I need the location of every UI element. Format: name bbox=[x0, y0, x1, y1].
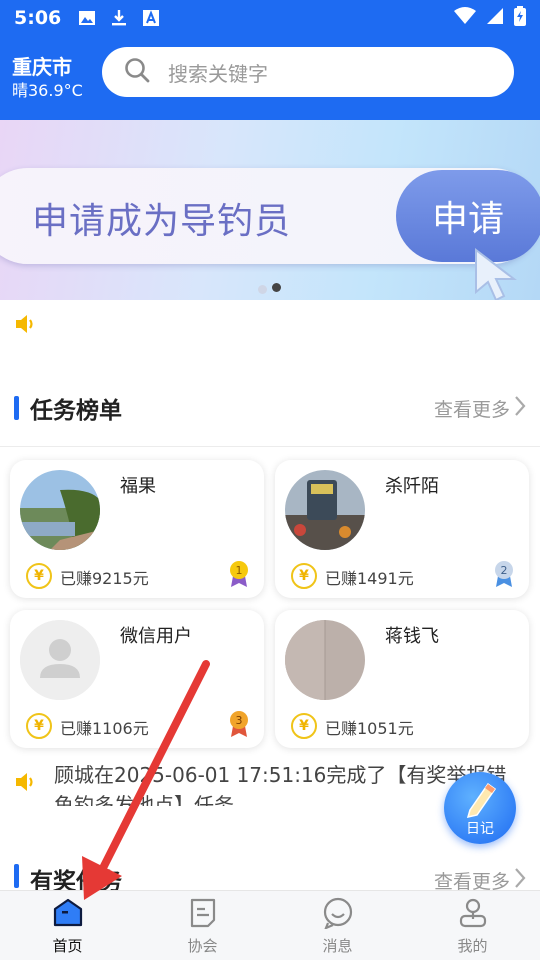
section-accent-bar bbox=[14, 864, 19, 888]
earned-amount: 已赚1051元 bbox=[325, 719, 414, 738]
rewards-section-header: 有奖任务 查看更多 bbox=[0, 842, 540, 890]
yuan-coin-icon: ¥ bbox=[26, 713, 52, 739]
status-bar: 5:06 bbox=[0, 0, 540, 36]
gold-medal-icon: 1 bbox=[228, 560, 250, 592]
apply-button[interactable]: 申请 bbox=[396, 170, 540, 262]
battery-icon bbox=[514, 6, 526, 30]
section-accent-bar bbox=[14, 396, 19, 420]
avatar bbox=[20, 470, 100, 550]
cursor-icon bbox=[474, 247, 518, 300]
search-input[interactable]: 搜索关键字 bbox=[102, 47, 514, 97]
promo-banner[interactable]: 申请成为导钓员 申请 bbox=[0, 120, 540, 300]
divider bbox=[0, 446, 540, 447]
carousel-dot-active[interactable] bbox=[272, 283, 281, 292]
bronze-medal-icon: 3 bbox=[228, 710, 250, 742]
search-icon bbox=[124, 57, 150, 87]
speaker-icon bbox=[14, 770, 38, 798]
city-name: 重庆市 bbox=[12, 55, 72, 79]
avatar bbox=[285, 620, 365, 700]
tab-profile[interactable]: 我的 bbox=[405, 891, 540, 960]
wifi-icon bbox=[454, 7, 476, 29]
chevron-right-icon bbox=[514, 867, 526, 891]
silver-medal-icon: 2 bbox=[493, 560, 515, 592]
carousel-dot[interactable] bbox=[258, 285, 267, 294]
medal-rank: 3 bbox=[236, 714, 243, 727]
search-placeholder: 搜索关键字 bbox=[168, 61, 268, 86]
earned-amount: 已赚1491元 bbox=[325, 569, 414, 588]
chevron-right-icon bbox=[514, 395, 526, 422]
medal-rank: 2 bbox=[501, 564, 508, 577]
app-screen: 5:06 重庆市 晴36.9°C 搜索关键字 申请成为导钓员 申请 任务榜单 查… bbox=[0, 0, 540, 960]
section-title: 任务榜单 bbox=[30, 398, 122, 424]
top-header: 重庆市 晴36.9°C 搜索关键字 bbox=[0, 36, 540, 120]
diary-label: 日记 bbox=[466, 821, 494, 837]
pencil-icon bbox=[464, 780, 498, 822]
download-icon bbox=[109, 8, 129, 28]
user-icon bbox=[457, 897, 489, 933]
ranking-card[interactable]: 微信用户 ¥ 已赚1106元 3 bbox=[10, 610, 264, 748]
user-name: 微信用户 bbox=[120, 626, 192, 647]
yuan-coin-icon: ¥ bbox=[291, 713, 317, 739]
tab-home[interactable]: 首页 bbox=[0, 891, 135, 960]
earned-amount: 已赚9215元 bbox=[60, 569, 149, 588]
earned-amount: 已赚1106元 bbox=[60, 719, 149, 738]
speaker-icon bbox=[14, 312, 38, 340]
user-name: 福果 bbox=[120, 476, 156, 497]
view-more-label: 查看更多 bbox=[433, 870, 510, 891]
status-time: 5:06 bbox=[14, 7, 62, 29]
home-icon bbox=[52, 897, 84, 933]
avatar bbox=[285, 470, 365, 550]
document-icon bbox=[187, 897, 219, 933]
user-name: 杀阡陌 bbox=[385, 476, 439, 497]
view-more-label: 查看更多 bbox=[433, 398, 510, 421]
ranking-card[interactable]: 福果 ¥ 已赚9215元 1 bbox=[10, 460, 264, 598]
bottom-nav: 首页 协会 消息 我的 bbox=[0, 890, 540, 960]
view-more-link[interactable]: 查看更多 bbox=[434, 395, 526, 422]
tab-label: 消息 bbox=[322, 937, 353, 955]
tab-label: 协会 bbox=[187, 937, 218, 955]
tab-association[interactable]: 协会 bbox=[135, 891, 270, 960]
gallery-icon bbox=[77, 8, 97, 28]
section-title: 有奖任务 bbox=[30, 869, 122, 890]
tab-label: 我的 bbox=[457, 937, 488, 955]
ranking-card[interactable]: 杀阡陌 ¥ 已赚1491元 2 bbox=[275, 460, 529, 598]
yuan-coin-icon: ¥ bbox=[291, 563, 317, 589]
tab-label: 首页 bbox=[52, 937, 83, 955]
user-name: 蒋钱飞 bbox=[385, 626, 439, 647]
smile-icon bbox=[322, 897, 354, 933]
yuan-coin-icon: ¥ bbox=[26, 563, 52, 589]
avatar bbox=[20, 620, 100, 700]
diary-button[interactable]: 日记 bbox=[444, 772, 516, 844]
tab-messages[interactable]: 消息 bbox=[270, 891, 405, 960]
medal-rank: 1 bbox=[236, 564, 243, 577]
weather-text: 晴36.9°C bbox=[12, 81, 83, 100]
banner-text: 申请成为导钓员 bbox=[32, 201, 292, 242]
signal-icon bbox=[486, 7, 504, 29]
ranking-section-header: 任务榜单 查看更多 bbox=[0, 388, 540, 428]
ranking-card[interactable]: 蒋钱飞 ¥ 已赚1051元 bbox=[275, 610, 529, 748]
view-more-link[interactable]: 查看更多 bbox=[433, 867, 526, 891]
font-icon bbox=[141, 8, 161, 28]
location-weather[interactable]: 重庆市 晴36.9°C bbox=[0, 54, 96, 102]
